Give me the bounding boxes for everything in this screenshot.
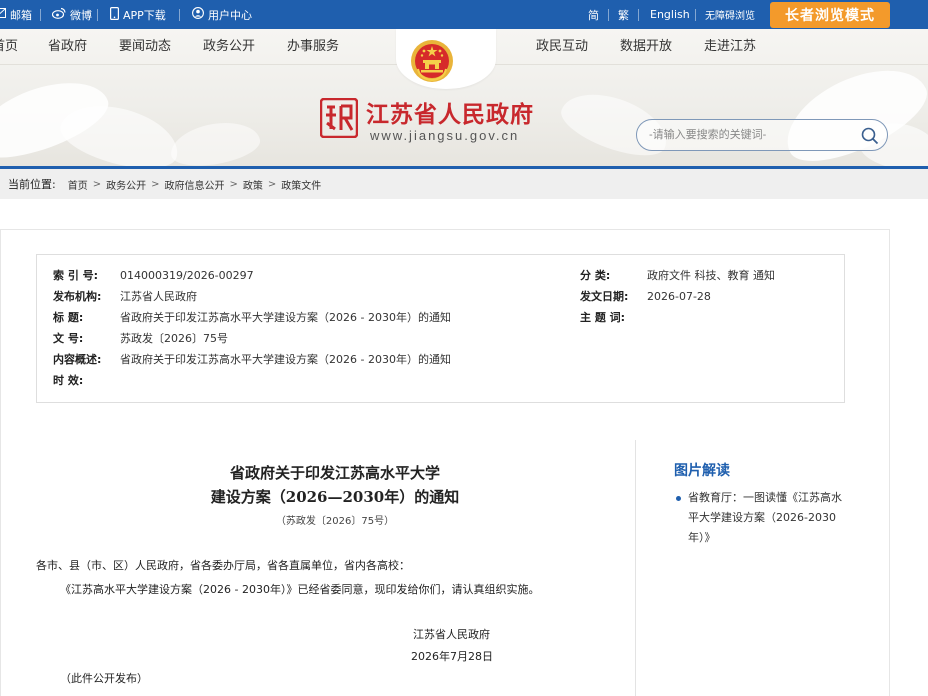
nav-item-about-jiangsu[interactable]: 走进江苏 [704,29,756,65]
breadcrumb-item-home[interactable]: 首页 [68,177,88,192]
email-icon [0,8,6,21]
nav-item-home[interactable]: 首页 [0,29,18,65]
weibo-link[interactable]: 微博 [51,0,92,29]
sidebar-title: 图片解读 [674,463,730,479]
user-center-label: 用户中心 [208,8,252,22]
column-divider [635,440,636,696]
breadcrumb-separator: > [92,178,102,190]
nav-item-province-gov[interactable]: 省政府 [48,29,87,65]
nav-item-services[interactable]: 办事服务 [287,29,339,65]
nav-item-open-data[interactable]: 数据开放 [620,29,672,65]
meta-date-value: 2026-07-28 [647,290,711,303]
nav-item-news[interactable]: 要闻动态 [119,29,171,65]
document-meta-table: 索 引 号: 014000319/2026-00297 发布机构: 江苏省人民政… [36,254,845,403]
document-salutation: 各市、县（市、区）人民政府，省各委办厅局，省各直属单位，省内各高校： [36,559,410,572]
breadcrumb-item-gov-affairs[interactable]: 政务公开 [106,177,146,192]
simplified-label: 简 [588,8,599,22]
jiangsu-seal-logo-icon [320,98,358,138]
weibo-icon [51,7,66,22]
english-link[interactable]: English [650,0,690,29]
phone-icon [110,6,120,23]
divider [179,9,180,21]
meta-org-value: 江苏省人民政府 [120,290,197,303]
breadcrumb-label: 当前位置: [8,178,56,191]
document-signer: 江苏省人民政府 [413,628,490,641]
meta-subject-label: 主 题 词: [580,311,626,324]
meta-docno-value: 苏政发〔2026〕75号 [120,332,228,345]
document-title-line1: 省政府关于印发江苏高水平大学 [229,464,440,482]
breadcrumb-item-policy-docs[interactable]: 政策文件 [281,177,321,192]
document-number: （苏政发〔2026〕75号） [275,516,395,527]
breadcrumb-separator: > [229,178,238,190]
divider [638,9,639,21]
traditional-label: 繁 [618,8,629,22]
accessible-label: 无障碍浏览 [705,11,755,22]
divider [40,9,41,21]
user-center-link[interactable]: 用户中心 [192,0,252,29]
document-body: 《江苏高水平大学建设方案（2026 - 2030年）》已经省委同意，现印发给你们… [60,583,540,596]
meta-index-value: 014000319/2026-00297 [120,269,254,282]
meta-org-label: 发布机构: [53,290,102,303]
document-sign-date: 2026年7月28日 [411,650,493,663]
meta-docno-label: 文 号: [53,332,84,345]
nav-item-gov-affairs[interactable]: 政务公开 [203,29,255,65]
meta-title-value: 省政府关于印发江苏高水平大学建设方案（2026 - 2030年）的通知 [120,311,451,324]
search-input[interactable] [649,126,849,144]
breadcrumb: 当前位置: 首页 > 政务公开 > 政府信息公开 > 政策 > 政策文件 [0,166,928,199]
simplified-chinese-link[interactable]: 简 [588,0,599,29]
traditional-chinese-link[interactable]: 繁 [618,0,629,29]
english-label: English [650,8,690,21]
divider [695,9,696,21]
divider [97,9,98,21]
search-box [636,119,888,151]
site-header: 首页 省政府 要闻动态 政务公开 办事服务 政民互动 数据开放 走进江苏 江苏省… [0,29,928,166]
breadcrumb-separator: > [267,178,277,190]
divider [608,9,609,21]
meta-category-label: 分 类: [580,269,611,282]
meta-date-label: 发文日期: [580,290,629,303]
breadcrumb-item-info-disclosure[interactable]: 政府信息公开 [165,177,225,192]
meta-index-label: 索 引 号: [53,269,99,282]
breadcrumb-separator: > [151,178,160,190]
meta-summary-label: 内容概述: [53,353,102,366]
elder-mode-button[interactable]: 长者浏览模式 [770,2,890,28]
user-icon [192,7,204,22]
meta-summary-value: 省政府关于印发江苏高水平大学建设方案（2026 - 2030年）的通知 [120,353,451,366]
breadcrumb-item-policy[interactable]: 政策 [243,177,263,192]
bullet-icon [676,496,681,501]
accessible-browse-link[interactable]: 无障碍浏览 [705,0,755,29]
nav-item-interaction[interactable]: 政民互动 [536,29,588,65]
national-emblem-icon [411,40,453,82]
app-download-link[interactable]: APP下载 [110,0,166,29]
meta-validity-label: 时 效: [53,374,84,387]
document-note: （此件公开发布） [60,672,148,685]
meta-category-value: 政府文件 科技、教育 通知 [647,269,775,282]
meta-title-label: 标 题: [53,311,84,324]
decor-leaf [167,116,263,166]
app-download-label: APP下载 [123,8,166,22]
site-url: www.jiangsu.gov.cn [370,128,520,143]
email-link[interactable]: 邮箱 [0,0,32,29]
search-icon[interactable] [861,127,879,145]
weibo-label: 微博 [70,8,92,22]
email-label: 邮箱 [10,8,32,22]
sidebar-item[interactable]: 省教育厅：一图读懂《江苏高水平大学建设方案（2026-2030年）》 [676,488,846,548]
site-name: 江苏省人民政府 [366,102,534,128]
sidebar-item-link[interactable]: 省教育厅：一图读懂《江苏高水平大学建设方案（2026-2030年）》 [676,488,846,548]
top-utility-bar: 邮箱 微博 APP下载 用户中心 简 繁 English 无障碍浏览 长者浏览模… [0,0,928,29]
document-title-line2: 建设方案（2026—2030年）的通知 [210,488,460,506]
